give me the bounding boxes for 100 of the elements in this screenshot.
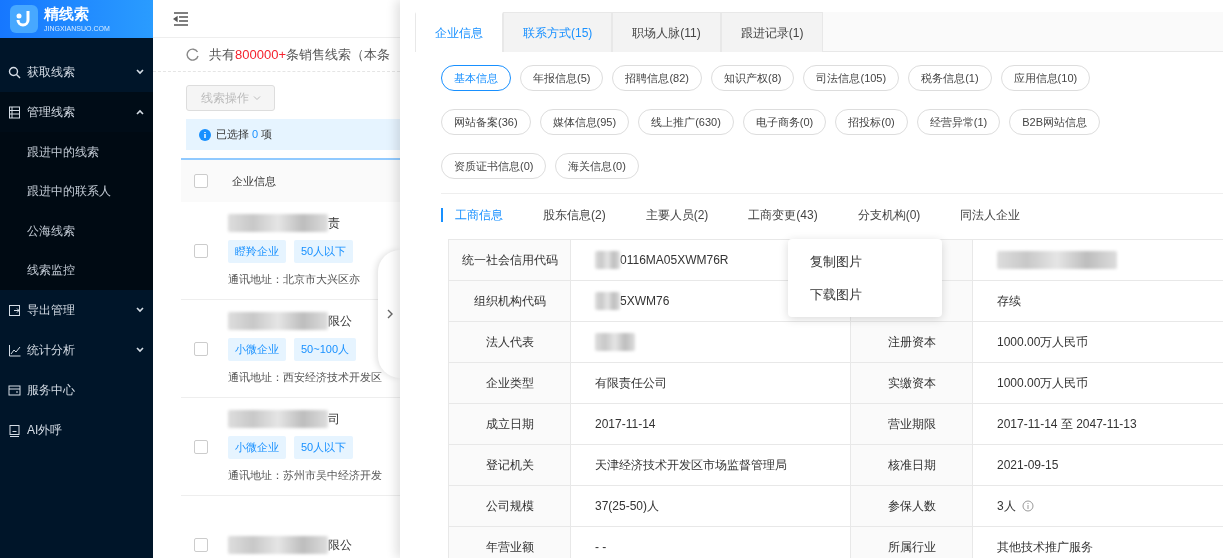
line-chart-icon xyxy=(8,343,21,357)
menu-item[interactable]: 复制图片 xyxy=(788,245,942,278)
field-value: - - xyxy=(595,539,607,556)
sub-tab[interactable]: 工商变更(43) xyxy=(748,208,838,222)
company-name: 责 xyxy=(328,215,340,232)
checkbox[interactable] xyxy=(194,243,208,258)
field-value: 2017-11-14 xyxy=(595,416,656,433)
field-value: 存续 xyxy=(997,293,1021,310)
field-value: 2017-11-14 至 2047-11-13 xyxy=(997,416,1137,433)
tag: 小微企业 xyxy=(228,338,286,361)
sidebar-item[interactable]: 服务中心 xyxy=(0,370,153,410)
field-label: 核准日期 xyxy=(887,458,936,472)
refresh-icon xyxy=(186,48,199,61)
field-value: 天津经济技术开发区市场监督管理局 xyxy=(595,457,787,474)
tag: 小微企业 xyxy=(228,436,286,459)
filter-chip[interactable]: 应用信息(10) xyxy=(1000,65,1091,91)
field-label: 登记机关 xyxy=(485,458,534,472)
tag: 50人以下 xyxy=(294,240,354,263)
field-value: 其他技术推广服务 xyxy=(997,539,1093,556)
filter-chip[interactable]: 资质证书信息(0) xyxy=(441,153,547,179)
menu-item[interactable]: 下载图片 xyxy=(788,278,942,311)
sidebar-item[interactable]: 统计分析 xyxy=(0,330,153,370)
tag: 50人以下 xyxy=(294,436,354,459)
filter-chip[interactable]: 媒体信息(95) xyxy=(539,109,630,135)
field-label: 参保人数 xyxy=(887,499,936,513)
filter-chip[interactable]: 电子商务(0) xyxy=(742,109,827,135)
checkbox[interactable] xyxy=(194,341,208,356)
redacted-block xyxy=(595,333,635,351)
sidebar-item[interactable]: 导出管理 xyxy=(0,290,153,330)
sub-tab[interactable]: 同法人企业 xyxy=(960,208,1041,222)
checkbox[interactable] xyxy=(194,174,208,188)
summary-text: 共有800000+条销售线索（本条 xyxy=(209,45,390,64)
search-icon xyxy=(8,65,21,79)
address-text: 通讯地址：西安经济技术开发区 xyxy=(228,369,382,385)
field-label: 法人代表 xyxy=(485,335,534,349)
checkbox[interactable] xyxy=(194,537,208,552)
filter-chip[interactable]: 司法信息(105) xyxy=(803,65,900,91)
sidebar-subitem[interactable]: 公海线索 xyxy=(0,211,153,251)
field-label: 组织机构代码 xyxy=(473,294,546,308)
sidebar-item[interactable]: 管理线索 xyxy=(0,92,153,132)
filter-chip[interactable]: 海关信息(0) xyxy=(555,153,639,179)
company-name: 限公 xyxy=(328,536,352,554)
field-value: 1000.00万人民币 xyxy=(997,334,1089,351)
filter-chip[interactable]: 税务信息(1) xyxy=(908,65,992,91)
field-value: 1000.00万人民币 xyxy=(997,375,1089,392)
checkbox[interactable] xyxy=(194,439,208,454)
redacted-block xyxy=(595,251,620,269)
address-text: 通讯地址：苏州市吴中经济开发 xyxy=(228,467,382,483)
sub-tab[interactable]: 主要人员(2) xyxy=(645,208,729,222)
field-label: 营业期限 xyxy=(887,417,936,431)
filter-chip[interactable]: B2B网站信息 xyxy=(1009,109,1100,135)
logo-icon xyxy=(10,5,38,33)
field-label: 成立日期 xyxy=(485,417,534,431)
sidebar-subitem[interactable]: 跟进中的线索 xyxy=(0,132,153,172)
filter-chip[interactable]: 经营异常(1) xyxy=(916,109,1001,135)
sidebar-subitem[interactable]: 线索监控 xyxy=(0,250,153,290)
address-text: 通讯地址：北京市大兴区亦 xyxy=(228,271,360,287)
field-value: 3人 xyxy=(997,498,1016,515)
field-value: 0116MA05XWM76R xyxy=(620,252,729,269)
filter-chip[interactable]: 知识产权(8) xyxy=(711,65,795,91)
caret-icon xyxy=(252,94,261,102)
company-name: 司 xyxy=(328,411,340,428)
field-label: 注册资本 xyxy=(887,335,936,349)
tag: 瞪羚企业 xyxy=(228,240,286,263)
field-value: 2021-09-15 xyxy=(997,457,1059,474)
column-header: 企业信息 xyxy=(232,173,276,189)
filter-chip[interactable]: 线上推广(630) xyxy=(638,109,734,135)
redacted-block xyxy=(595,292,620,310)
filter-chip[interactable]: 招投标(0) xyxy=(835,109,908,135)
tag: 50~100人 xyxy=(294,338,356,361)
field-label: 实缴资本 xyxy=(887,376,936,390)
document-icon xyxy=(8,105,21,119)
field-value: 有限责任公司 xyxy=(595,375,667,392)
selection-text: 已选择 0 项 xyxy=(216,127,273,143)
field-label: 所属行业 xyxy=(887,540,936,554)
filter-chip[interactable]: 招聘信息(82) xyxy=(612,65,702,91)
tab[interactable]: 跟进记录(1) xyxy=(720,12,824,52)
filter-chip[interactable]: 网站备案(36) xyxy=(441,109,531,135)
sub-tab[interactable]: 分支机构(0) xyxy=(857,208,941,222)
logo-title: 精线索 xyxy=(44,6,90,21)
field-value: 37(25-50)人 xyxy=(595,498,660,515)
sub-tab[interactable]: 股东信息(2) xyxy=(543,208,626,222)
export-icon xyxy=(8,303,21,317)
monitor-icon xyxy=(8,423,21,437)
filter-chip[interactable]: 年报信息(5) xyxy=(520,65,604,91)
tab[interactable]: 职场人脉(11) xyxy=(612,12,721,52)
field-value: 5XWM76 xyxy=(620,293,670,310)
field-label: 年营业额 xyxy=(485,540,534,554)
sidebar-item[interactable]: AI外呼 xyxy=(0,410,153,450)
field-label: 企业类型 xyxy=(485,376,534,390)
field-label: 统一社会信用代码 xyxy=(461,253,558,267)
menu-fold-icon xyxy=(173,11,189,26)
chevron-right-icon xyxy=(386,309,394,319)
info-icon xyxy=(199,128,211,141)
card-icon xyxy=(8,383,21,397)
info-icon xyxy=(1021,500,1034,512)
sidebar-subitem[interactable]: 跟进中的联系人 xyxy=(0,171,153,211)
sidebar-item[interactable]: 获取线索 xyxy=(0,52,153,92)
company-name: 限公 xyxy=(328,313,352,330)
field-label: 公司规模 xyxy=(485,499,534,513)
